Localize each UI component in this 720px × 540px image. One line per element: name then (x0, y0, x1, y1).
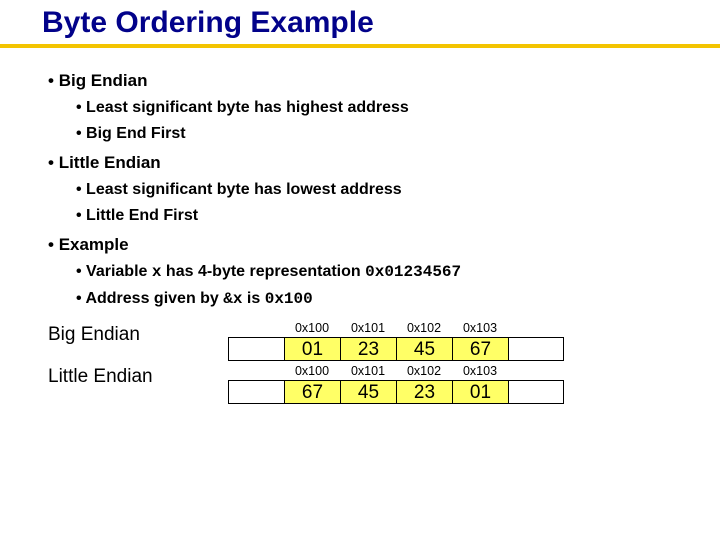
byte-cell: 45 (396, 337, 452, 361)
text: is (242, 290, 264, 307)
byte-cell: 01 (452, 380, 508, 404)
little-endian-row: Little Endian 0x100 0x101 0x102 0x103 67… (48, 363, 690, 404)
addr-pad (508, 363, 564, 380)
addr-pad (228, 320, 284, 337)
code-hex-value: 0x01234567 (365, 263, 461, 281)
addr-cell: 0x102 (396, 363, 452, 380)
bullet-example: Example (48, 234, 690, 257)
bullet-big-endian: Big Endian (48, 70, 690, 93)
addr-pad (228, 363, 284, 380)
byte-pad (508, 337, 564, 361)
addr-cell: 0x100 (284, 363, 340, 380)
text: has 4-byte representation (161, 263, 365, 280)
tables-area: Big Endian 0x100 0x101 0x102 0x103 01 23 (48, 320, 690, 404)
byte-cell: 01 (284, 337, 340, 361)
addr-cell: 0x100 (284, 320, 340, 337)
addr-cell: 0x101 (340, 320, 396, 337)
little-endian-label: Little Endian (48, 364, 228, 404)
byte-pad (228, 337, 284, 361)
bullet-little-endian: Little Endian (48, 152, 690, 175)
slide-body: Big Endian Least significant byte has hi… (0, 48, 720, 404)
title-area: Byte Ordering Example (0, 0, 720, 40)
bullet-big-sub2: Big End First (76, 123, 690, 145)
byte-cell: 67 (452, 337, 508, 361)
text: Address given by (85, 290, 223, 307)
code-addr-value: 0x100 (265, 290, 313, 308)
byte-pad (228, 380, 284, 404)
big-endian-row: Big Endian 0x100 0x101 0x102 0x103 01 23 (48, 320, 690, 361)
little-endian-table: 0x100 0x101 0x102 0x103 67 45 23 01 (228, 363, 564, 404)
big-byte-row: 01 23 45 67 (228, 337, 564, 361)
bullet-little-sub1: Least significant byte has lowest addres… (76, 179, 690, 201)
addr-cell: 0x102 (396, 320, 452, 337)
byte-cell: 23 (340, 337, 396, 361)
little-byte-row: 67 45 23 01 (228, 380, 564, 404)
little-addr-row: 0x100 0x101 0x102 0x103 (228, 363, 564, 380)
addr-cell: 0x101 (340, 363, 396, 380)
bullet-example-sub2: Address given by &x is 0x100 (76, 288, 690, 311)
byte-pad (508, 380, 564, 404)
byte-cell: 67 (284, 380, 340, 404)
slide: Byte Ordering Example Big Endian Least s… (0, 0, 720, 540)
addr-pad (508, 320, 564, 337)
byte-cell: 23 (396, 380, 452, 404)
text: Variable (86, 263, 152, 280)
byte-cell: 45 (340, 380, 396, 404)
big-endian-label: Big Endian (48, 322, 228, 362)
big-addr-row: 0x100 0x101 0x102 0x103 (228, 320, 564, 337)
big-endian-table: 0x100 0x101 0x102 0x103 01 23 45 67 (228, 320, 564, 361)
addr-cell: 0x103 (452, 320, 508, 337)
bullet-little-sub2: Little End First (76, 205, 690, 227)
bullet-example-sub1: Variable x has 4-byte representation 0x0… (76, 261, 690, 284)
code-addr-x: &x (223, 290, 242, 308)
bullet-big-sub1: Least significant byte has highest addre… (76, 97, 690, 119)
slide-title: Byte Ordering Example (42, 6, 720, 40)
addr-cell: 0x103 (452, 363, 508, 380)
